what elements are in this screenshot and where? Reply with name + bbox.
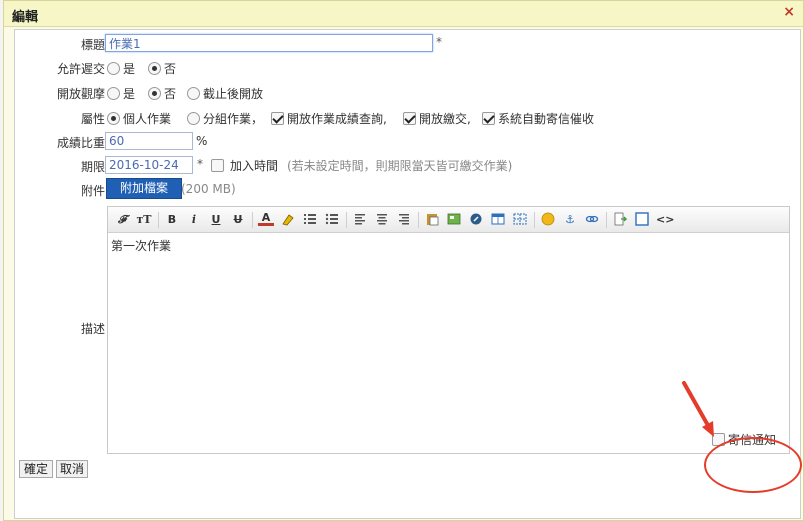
attr-open-grade-checkbox[interactable] (271, 112, 284, 125)
weight-label: 成績比重 (56, 136, 105, 150)
unordered-list-icon[interactable] (324, 212, 340, 228)
attr-label: 屬性 (80, 112, 105, 126)
image-icon[interactable] (446, 212, 462, 228)
paste-icon[interactable] (424, 212, 440, 228)
dialog-title: 編輯 (12, 10, 39, 25)
fullscreen-icon[interactable] (634, 212, 650, 228)
title-label: 標題 (80, 38, 105, 52)
highlight-icon[interactable] (280, 212, 296, 228)
font-size-icon[interactable]: тT (136, 212, 152, 228)
editor-toolbar: 𝓕 тT B i U U A ⚓ <> (108, 207, 789, 233)
view-yes-radio[interactable] (107, 87, 120, 100)
view-no-option[interactable]: 否 (148, 85, 176, 102)
deadline-input[interactable] (105, 156, 193, 174)
bold-icon[interactable]: B (164, 212, 180, 228)
annotation-circle (704, 437, 802, 493)
view-yes-option[interactable]: 是 (107, 85, 135, 102)
dialog-titlebar: 編輯 × (4, 1, 803, 27)
late-label: 允許遲交 (56, 62, 105, 76)
media-icon[interactable] (468, 212, 484, 228)
anchor-icon[interactable]: ⚓ (562, 212, 578, 228)
attr-open-submit-option[interactable]: 開放繳交, (403, 110, 471, 127)
annotation-arrow-icon (682, 381, 714, 437)
table-icon[interactable] (490, 212, 506, 228)
template-icon[interactable] (612, 212, 628, 228)
grid-icon[interactable] (512, 212, 528, 228)
align-right-icon[interactable] (396, 212, 412, 228)
attach-file-button[interactable]: 附加檔案 (106, 178, 182, 199)
ordered-list-icon[interactable] (302, 212, 318, 228)
underline-icon[interactable]: U (208, 212, 224, 228)
deadline-hint: (若未設定時間，則期限當天皆可繳交作業) (287, 159, 513, 173)
attr-group-option[interactable]: 分組作業， (187, 110, 263, 127)
attr-group-radio[interactable] (187, 112, 200, 125)
late-yes-radio[interactable] (107, 62, 120, 75)
late-yes-option[interactable]: 是 (107, 60, 135, 77)
late-no-radio[interactable] (148, 62, 161, 75)
cancel-button[interactable]: 取消 (56, 460, 88, 478)
view-after-radio[interactable] (187, 87, 200, 100)
desc-label: 描述 (80, 322, 105, 336)
view-label: 開放觀摩 (56, 87, 105, 101)
attr-open-grade-option[interactable]: 開放作業成績查詢, (271, 110, 387, 127)
align-left-icon[interactable] (352, 212, 368, 228)
add-time-checkbox[interactable] (211, 159, 224, 172)
strikethrough-icon[interactable]: U (230, 212, 246, 228)
source-code-icon[interactable]: <> (656, 212, 674, 228)
text-color-icon[interactable]: A (258, 212, 274, 226)
deadline-required-mark: * (197, 157, 203, 171)
view-after-option[interactable]: 截止後開放 (187, 85, 263, 102)
attr-personal-radio[interactable] (107, 112, 120, 125)
font-family-icon[interactable]: 𝓕 (114, 212, 130, 228)
ok-button[interactable]: 確定 (19, 460, 53, 478)
attach-size: (200 MB) (181, 182, 236, 196)
attach-label: 附件 (80, 184, 105, 198)
attr-auto-mail-checkbox[interactable] (482, 112, 495, 125)
attr-auto-mail-option[interactable]: 系統自動寄信催收 (482, 110, 594, 127)
edit-dialog: 編輯 × 標題 * 允許遲交 是 否 開放觀摩 是 否 截止後開放 屬性 個人作… (3, 0, 804, 521)
close-icon[interactable]: × (783, 4, 795, 20)
attr-open-submit-checkbox[interactable] (403, 112, 416, 125)
title-input[interactable] (105, 34, 433, 52)
align-center-icon[interactable] (374, 212, 390, 228)
emoticon-icon[interactable] (540, 212, 556, 228)
link-icon[interactable] (584, 212, 600, 228)
attr-personal-option[interactable]: 個人作業 (107, 110, 171, 127)
deadline-label: 期限 (80, 160, 105, 174)
percent-sign: % (196, 134, 208, 148)
late-no-option[interactable]: 否 (148, 60, 176, 77)
form-panel: 標題 * 允許遲交 是 否 開放觀摩 是 否 截止後開放 屬性 個人作業 分組作… (14, 29, 801, 519)
weight-input[interactable] (105, 132, 193, 150)
title-required-mark: * (436, 35, 442, 49)
view-no-radio[interactable] (148, 87, 161, 100)
add-time-option[interactable]: 加入時間 (211, 157, 278, 174)
italic-icon[interactable]: i (186, 212, 202, 228)
